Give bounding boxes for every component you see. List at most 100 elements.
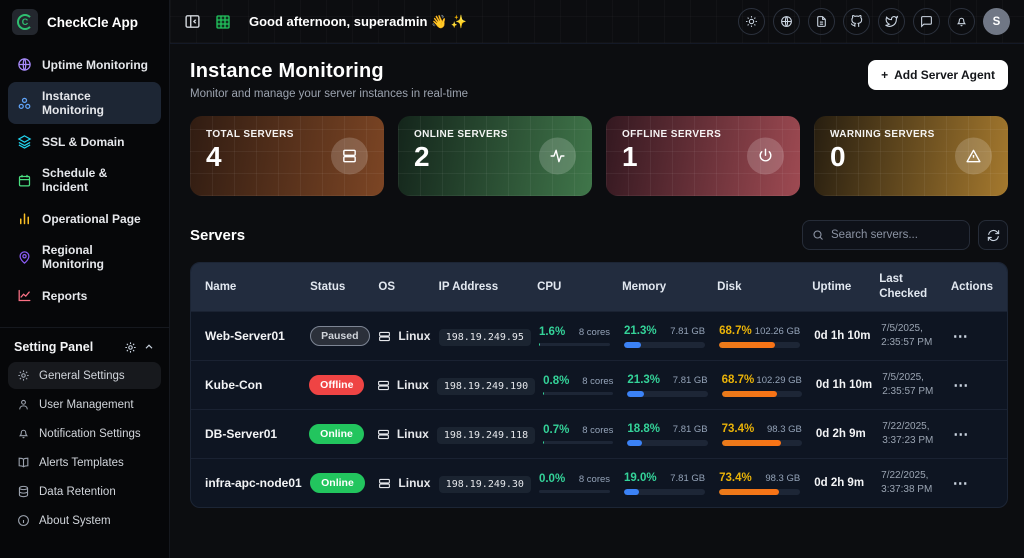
database-icon xyxy=(17,485,30,498)
cpu-bar xyxy=(543,441,613,445)
sidebar-item-uptime-monitoring[interactable]: Uptime Monitoring xyxy=(8,50,161,79)
memory-bar xyxy=(627,440,707,446)
sidebar-item-label: Schedule & Incident xyxy=(42,166,152,194)
disk-bar xyxy=(722,391,802,397)
server-ip: 198.19.249.95 xyxy=(439,329,531,346)
sidebar-item-general-settings[interactable]: General Settings xyxy=(8,362,161,389)
app-logo[interactable]: C CheckCle App xyxy=(0,0,169,44)
search-input[interactable] xyxy=(831,229,960,241)
cpu-metric: 0.8%8 cores xyxy=(543,375,619,396)
row-actions-button[interactable]: ⋯ xyxy=(953,425,969,443)
server-last-checked: 7/5/2025,2:35:57 PM xyxy=(882,371,945,400)
sidebar-item-data-retention[interactable]: Data Retention xyxy=(8,478,161,505)
server-os: Linux xyxy=(397,378,429,392)
sidebar-item-label: User Management xyxy=(39,399,134,411)
sidebar: C CheckCle App Uptime Monitoring Instanc… xyxy=(0,0,170,558)
sidebar-item-schedule-incident[interactable]: Schedule & Incident xyxy=(8,159,161,201)
language-globe-button[interactable] xyxy=(773,8,800,35)
row-actions-button[interactable]: ⋯ xyxy=(953,376,969,394)
app-root: C CheckCle App Uptime Monitoring Instanc… xyxy=(0,0,1024,558)
chevron-up-icon[interactable] xyxy=(143,341,155,353)
sidebar-item-alerts-templates[interactable]: Alerts Templates xyxy=(8,449,161,476)
sidebar-item-label: Regional Monitoring xyxy=(42,243,152,271)
notifications-button[interactable] xyxy=(948,8,975,35)
col-memory: Memory xyxy=(622,280,709,295)
stat-card-online-servers: ONLINE SERVERS 2 xyxy=(398,116,592,196)
user-avatar[interactable]: S xyxy=(983,8,1010,35)
sidebar-collapse-button[interactable] xyxy=(184,13,201,30)
server-uptime: 0d 2h 9m xyxy=(814,477,873,489)
sidebar-item-ssl-domain[interactable]: SSL & Domain xyxy=(8,127,161,156)
server-uptime: 0d 2h 9m xyxy=(816,428,874,440)
server-search[interactable] xyxy=(802,220,970,250)
col-name: Name xyxy=(205,280,302,295)
servers-title: Servers xyxy=(190,227,245,244)
cpu-bar xyxy=(539,490,610,494)
docs-button[interactable] xyxy=(808,8,835,35)
page-header: Instance Monitoring Monitor and manage y… xyxy=(190,60,1008,100)
stat-cards: TOTAL SERVERS 4 ONLINE SERVERS 2 OFFLINE… xyxy=(190,116,1008,196)
chat-button[interactable] xyxy=(913,8,940,35)
line-chart-icon xyxy=(17,288,32,303)
globe-icon xyxy=(17,57,32,72)
gear-icon xyxy=(124,341,137,354)
twitter-button[interactable] xyxy=(878,8,905,35)
content: Instance Monitoring Monitor and manage y… xyxy=(170,44,1024,558)
setting-panel-header[interactable]: Setting Panel xyxy=(8,340,161,362)
app-logo-icon: C xyxy=(12,9,38,35)
status-badge: Offline xyxy=(309,375,364,395)
calendar-icon xyxy=(17,173,32,188)
disk-metric: 73.4%98.3 GB xyxy=(719,472,806,495)
memory-bar xyxy=(624,342,705,348)
refresh-button[interactable] xyxy=(978,220,1008,250)
sidebar-item-notification-settings[interactable]: Notification Settings xyxy=(8,420,161,447)
memory-metric: 19.0%7.81 GB xyxy=(624,472,711,495)
sidebar-item-label: Data Retention xyxy=(39,486,116,498)
table-row[interactable]: DB-Server01 Online Linux 198.19.249.118 … xyxy=(191,409,1007,458)
sidebar-item-label: General Settings xyxy=(39,370,125,382)
server-uptime: 0d 1h 10m xyxy=(814,330,873,342)
server-name: DB-Server01 xyxy=(205,427,301,441)
sidebar-item-reports[interactable]: Reports xyxy=(8,281,161,310)
disk-bar xyxy=(719,342,800,348)
sidebar-item-user-management[interactable]: User Management xyxy=(8,391,161,418)
cpu-metric: 1.6%8 cores xyxy=(539,326,616,347)
cpu-metric: 0.7%8 cores xyxy=(543,424,619,445)
cluster-icon xyxy=(17,96,32,111)
sidebar-item-about-system[interactable]: About System xyxy=(8,507,161,534)
github-button[interactable] xyxy=(843,8,870,35)
theme-toggle-button[interactable] xyxy=(738,8,765,35)
memory-bar xyxy=(627,391,707,397)
status-badge: Online xyxy=(310,473,365,493)
main-area: Good afternoon, superadmin 👋 ✨ xyxy=(170,0,1024,558)
sidebar-item-regional-monitoring[interactable]: Regional Monitoring xyxy=(8,236,161,278)
col-status: Status xyxy=(310,280,370,295)
table-row[interactable]: Kube-Con Offline Linux 198.19.249.190 0.… xyxy=(191,360,1007,409)
table-row[interactable]: Web-Server01 Paused Linux 198.19.249.95 … xyxy=(191,311,1007,360)
disk-metric: 68.7%102.26 GB xyxy=(719,325,806,348)
server-last-checked: 7/22/2025,3:37:38 PM xyxy=(881,469,945,498)
stat-card-offline-servers: OFFLINE SERVERS 1 xyxy=(606,116,800,196)
page-subtitle: Monitor and manage your server instances… xyxy=(190,88,468,100)
disk-metric: 73.4%98.3 GB xyxy=(722,423,808,446)
sidebar-item-label: Notification Settings xyxy=(39,428,141,440)
table-row[interactable]: infra-apc-node01 Online Linux 198.19.249… xyxy=(191,458,1007,507)
disk-bar xyxy=(719,489,800,495)
stat-card-total-servers: TOTAL SERVERS 4 xyxy=(190,116,384,196)
topbar-actions: S xyxy=(738,8,1010,35)
row-actions-button[interactable]: ⋯ xyxy=(953,327,969,345)
sidebar-item-label: Instance Monitoring xyxy=(42,89,152,117)
grid-menu-icon[interactable] xyxy=(215,14,231,30)
sidebar-item-instance-monitoring[interactable]: Instance Monitoring xyxy=(8,82,161,124)
col-actions: Actions xyxy=(951,280,993,295)
cpu-bar xyxy=(543,392,613,396)
bell-icon xyxy=(17,427,30,440)
memory-metric: 18.8%7.81 GB xyxy=(627,423,713,446)
row-actions-button[interactable]: ⋯ xyxy=(953,474,969,492)
add-server-agent-button[interactable]: + Add Server Agent xyxy=(868,60,1008,90)
layers-icon xyxy=(17,134,32,149)
sidebar-item-operational-page[interactable]: Operational Page xyxy=(8,204,161,233)
disk-bar xyxy=(722,440,802,446)
memory-metric: 21.3%7.81 GB xyxy=(627,374,713,397)
stat-card-warning-servers: WARNING SERVERS 0 xyxy=(814,116,1008,196)
